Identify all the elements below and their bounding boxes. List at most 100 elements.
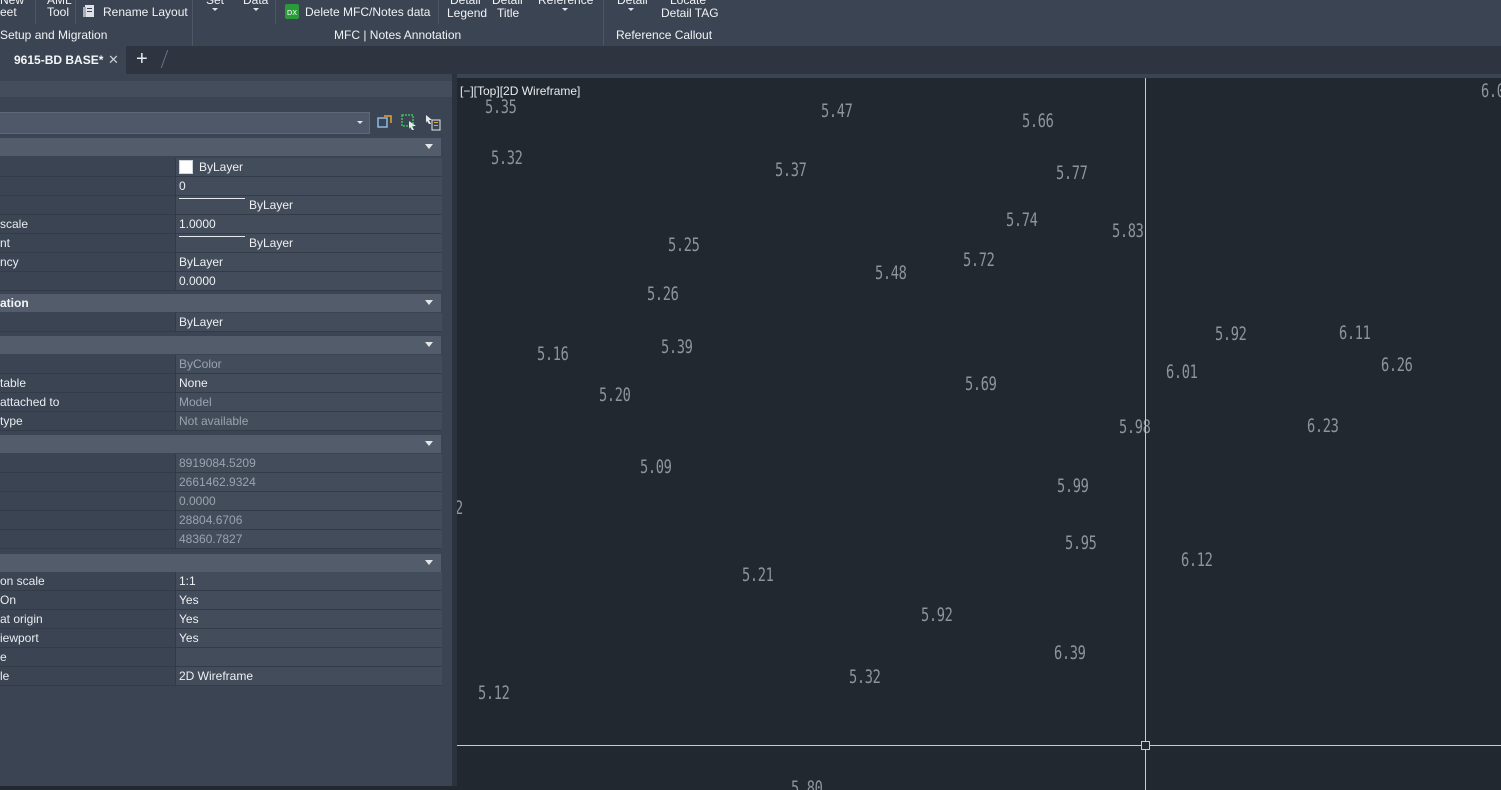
close-tab-icon[interactable]: ✕: [108, 52, 119, 68]
panel-mfc-notes[interactable]: MFC | Notes Annotation: [334, 28, 461, 42]
property-value-cell[interactable]: 1:1: [175, 572, 442, 590]
detail-dropdown-icon[interactable]: [628, 8, 634, 11]
reference-dropdown-icon[interactable]: [562, 8, 568, 11]
collapse-chevron-icon[interactable]: [425, 144, 433, 149]
property-row[interactable]: 0: [0, 177, 442, 196]
property-row[interactable]: on scale 1:1: [0, 572, 442, 591]
elevation-text[interactable]: 5.39: [661, 336, 693, 358]
elevation-text[interactable]: 6.12: [1181, 549, 1213, 571]
delete-mfc-notes-button[interactable]: Delete MFC/Notes data: [305, 5, 430, 19]
collapse-chevron-icon[interactable]: [425, 560, 433, 565]
property-row[interactable]: ByLayer: [0, 313, 442, 332]
property-row[interactable]: at origin Yes: [0, 610, 442, 629]
ribbon-cropped-label[interactable]: Data: [243, 0, 268, 7]
locate-detail-tag-button[interactable]: Detail TAG: [661, 6, 719, 20]
elevation-text[interactable]: 5.92: [921, 604, 953, 626]
select-objects-icon[interactable]: [401, 114, 418, 131]
elevation-text[interactable]: 5.48: [875, 262, 907, 284]
ribbon-cropped-label[interactable]: Detail: [617, 0, 648, 7]
elevation-text[interactable]: 5.32: [849, 666, 881, 688]
viewport-controls-label[interactable]: [−][Top][2D Wireframe]: [460, 84, 580, 98]
object-type-select[interactable]: [0, 112, 370, 134]
property-row[interactable]: ByLayer: [0, 158, 442, 177]
elevation-text[interactable]: 6.39: [1054, 642, 1086, 664]
property-value-cell[interactable]: 0: [175, 177, 442, 195]
property-row[interactable]: le 2D Wireframe: [0, 667, 442, 686]
elevation-text[interactable]: 5.26: [647, 283, 679, 305]
property-value-cell[interactable]: 1.0000: [175, 215, 442, 233]
elevation-text[interactable]: 5.99: [1057, 475, 1089, 497]
property-row[interactable]: attached to Model: [0, 393, 442, 412]
property-value-cell[interactable]: [175, 648, 442, 666]
property-row[interactable]: type Not available: [0, 412, 442, 431]
elevation-text[interactable]: 5.47: [821, 100, 853, 122]
property-row[interactable]: table None: [0, 374, 442, 393]
property-row[interactable]: On Yes: [0, 591, 442, 610]
elevation-text[interactable]: 5.16: [537, 343, 569, 365]
property-value-cell[interactable]: ByLayer: [175, 196, 442, 214]
elevation-text[interactable]: 6.11: [1339, 322, 1371, 344]
elevation-text[interactable]: 6.23: [1307, 415, 1339, 437]
elevation-text[interactable]: 5.21: [742, 564, 774, 586]
file-tab-9615-bd-base[interactable]: 9615-BD BASE* ✕: [0, 46, 126, 74]
elevation-text[interactable]: 2: [457, 497, 463, 519]
elevation-text[interactable]: 6.01: [1166, 361, 1198, 383]
section-3d-visualization[interactable]: ation: [0, 294, 441, 312]
section-view[interactable]: [0, 435, 441, 453]
property-value-cell[interactable]: 2D Wireframe: [175, 667, 442, 685]
section-plot-style[interactable]: [0, 336, 441, 354]
property-row[interactable]: nt ByLayer: [0, 234, 442, 253]
elevation-text[interactable]: 5.69: [965, 373, 997, 395]
property-value-cell[interactable]: Yes: [175, 629, 442, 647]
panel-reference-callout[interactable]: Reference Callout: [616, 28, 712, 42]
set-dropdown-icon[interactable]: [212, 8, 218, 11]
property-row[interactable]: 28804.6706: [0, 511, 442, 530]
ribbon-cropped-label[interactable]: Reference: [538, 0, 593, 7]
new-sheet-button[interactable]: eet: [0, 5, 17, 19]
detail-legend-button[interactable]: Legend: [447, 6, 487, 20]
property-value-cell[interactable]: Yes: [175, 591, 442, 609]
elevation-text[interactable]: 5.77: [1056, 162, 1088, 184]
detail-title-button[interactable]: Title: [497, 6, 519, 20]
property-value-cell[interactable]: ByLayer: [175, 253, 442, 271]
property-value-cell[interactable]: ByLayer: [175, 234, 442, 252]
property-row[interactable]: scale 1.0000: [0, 215, 442, 234]
elevation-text[interactable]: 5.12: [478, 682, 510, 704]
elevation-text[interactable]: 5.92: [1215, 323, 1247, 345]
toggle-pickadd-icon[interactable]: [376, 114, 393, 131]
property-row[interactable]: ByColor: [0, 355, 442, 374]
section-general[interactable]: [0, 138, 441, 156]
collapse-chevron-icon[interactable]: [425, 342, 433, 347]
elevation-text[interactable]: 5.66: [1022, 110, 1054, 132]
elevation-text[interactable]: 6.0: [1481, 80, 1501, 102]
elevation-text[interactable]: 5.80: [791, 777, 823, 790]
elevation-text[interactable]: 5.74: [1006, 209, 1038, 231]
chevron-down-icon[interactable]: [357, 121, 363, 124]
elevation-text[interactable]: 6.26: [1381, 354, 1413, 376]
xml-tool-button[interactable]: Tool: [47, 5, 69, 19]
property-value-cell[interactable]: ByLayer: [175, 158, 442, 176]
property-row[interactable]: 8919084.5209: [0, 454, 442, 473]
property-row[interactable]: 2661462.9324: [0, 473, 442, 492]
elevation-text[interactable]: 5.20: [599, 384, 631, 406]
data-dropdown-icon[interactable]: [253, 8, 259, 11]
collapse-chevron-icon[interactable]: [425, 300, 433, 305]
elevation-text[interactable]: 5.37: [775, 159, 807, 181]
elevation-text[interactable]: 5.32: [491, 147, 523, 169]
quick-select-icon[interactable]: [424, 114, 441, 131]
panel-setup-migration[interactable]: Setup and Migration: [0, 28, 107, 42]
section-misc[interactable]: [0, 554, 441, 572]
elevation-text[interactable]: 5.72: [963, 249, 995, 271]
elevation-text[interactable]: 5.25: [668, 234, 700, 256]
property-row[interactable]: 0.0000: [0, 492, 442, 511]
elevation-text[interactable]: 5.35: [485, 96, 517, 118]
property-value-cell[interactable]: ByLayer: [175, 313, 442, 331]
property-row[interactable]: iewport Yes: [0, 629, 442, 648]
property-row[interactable]: 0.0000: [0, 272, 442, 291]
property-value-cell[interactable]: Yes: [175, 610, 442, 628]
property-row[interactable]: ByLayer: [0, 196, 442, 215]
rename-layout-button[interactable]: Rename Layout: [103, 5, 188, 19]
property-row[interactable]: 48360.7827: [0, 530, 442, 549]
elevation-text[interactable]: 5.95: [1065, 532, 1097, 554]
property-value-cell[interactable]: None: [175, 374, 442, 392]
